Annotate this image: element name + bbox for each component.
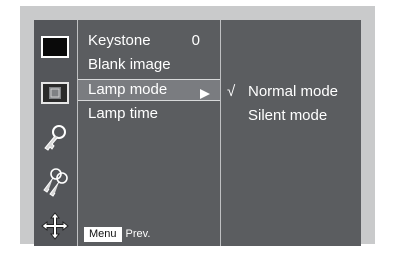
submenu-item-label: Normal mode: [248, 83, 339, 100]
move-icon[interactable]: [37, 210, 73, 242]
menu-item-keystone[interactable]: Keystone 0: [78, 30, 220, 52]
menu-item-label: Blank image: [88, 56, 171, 73]
key-icon[interactable]: [37, 122, 73, 154]
picture-icon[interactable]: [37, 31, 73, 63]
menu-item-lamp-time[interactable]: Lamp time: [78, 103, 220, 125]
menu-item-label: Lamp time: [88, 105, 159, 122]
menu-item-blank-image[interactable]: Blank image: [78, 54, 220, 76]
osd-menu: Keystone 0 Blank image Lamp mode Lamp ti…: [34, 20, 361, 246]
keystone-value: 0: [191, 32, 200, 49]
screen-icon[interactable]: [37, 77, 73, 109]
menu-item-lamp-mode[interactable]: Lamp mode: [78, 79, 220, 101]
category-sidebar: [34, 20, 77, 246]
menu-item-label: Lamp mode: [88, 81, 168, 98]
check-icon: √: [227, 83, 236, 100]
keys-icon[interactable]: [37, 166, 73, 198]
footer-hint: Menu Prev.: [84, 226, 150, 242]
menu-item-label: Keystone: [88, 32, 151, 49]
prev-label: Prev.: [125, 228, 151, 241]
arrow-right-icon: [200, 85, 210, 105]
submenu-divider: [220, 20, 221, 246]
menu-key-badge[interactable]: Menu: [84, 226, 122, 242]
submenu-item-label: Silent mode: [248, 107, 328, 124]
